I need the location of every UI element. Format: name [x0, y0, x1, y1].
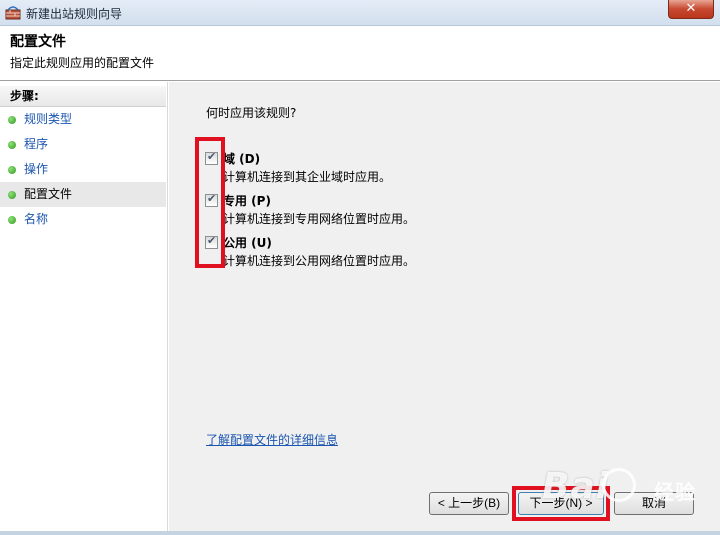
sidebar-item-label: 操作 [24, 162, 49, 176]
step-bullet-icon [8, 141, 16, 149]
steps-sidebar: 步骤: 规则类型 程序 操作 配置文件 名称 [0, 82, 168, 535]
sidebar-item-label: 规则类型 [24, 112, 73, 126]
paw-icon [602, 468, 636, 502]
checkbox-highlight-box [195, 137, 225, 268]
step-bullet-icon [8, 166, 16, 174]
sidebar-item-label: 配置文件 [24, 187, 73, 201]
window-bottom-edge [0, 531, 720, 535]
option-title: 公用 (U) [223, 236, 272, 250]
title-bar: 新建出站规则向导 ✕ [0, 0, 720, 26]
option-title: 专用 (P) [223, 194, 271, 208]
firewall-app-icon [5, 6, 21, 20]
step-bullet-icon [8, 216, 16, 224]
watermark-cn-text: 经验 [654, 480, 696, 504]
question-label: 何时应用该规则? [206, 106, 297, 120]
page-subtitle: 指定此规则应用的配置文件 [10, 56, 155, 70]
learn-more-link[interactable]: 了解配置文件的详细信息 [206, 431, 338, 448]
sidebar-item-name[interactable]: 名称 [0, 207, 166, 232]
close-icon: ✕ [685, 1, 697, 16]
sidebar-item-rule-type[interactable]: 规则类型 [0, 107, 166, 132]
step-bullet-icon [8, 191, 16, 199]
option-description: 计算机连接到其企业域时应用。 [223, 170, 392, 184]
close-button[interactable]: ✕ [668, 0, 714, 19]
sidebar-item-action[interactable]: 操作 [0, 157, 166, 182]
baidu-jingyan-watermark: Bai 经验 [542, 458, 718, 518]
sidebar-item-label: 程序 [24, 137, 49, 151]
step-bullet-icon [8, 116, 16, 124]
window-title: 新建出站规则向导 [26, 7, 123, 21]
watermark-text: Bai [542, 466, 610, 507]
sidebar-item-label: 名称 [24, 212, 49, 226]
option-title: 域 (D) [223, 152, 261, 166]
option-description: 计算机连接到公用网络位置时应用。 [223, 254, 416, 268]
steps-heading: 步骤: [0, 86, 166, 107]
sidebar-item-profile: 配置文件 [0, 182, 166, 207]
page-title: 配置文件 [10, 34, 66, 50]
wizard-header: 配置文件 指定此规则应用的配置文件 [0, 26, 720, 81]
sidebar-item-program[interactable]: 程序 [0, 132, 166, 157]
back-button[interactable]: < 上一步(B) [429, 492, 509, 515]
option-description: 计算机连接到专用网络位置时应用。 [223, 212, 416, 226]
